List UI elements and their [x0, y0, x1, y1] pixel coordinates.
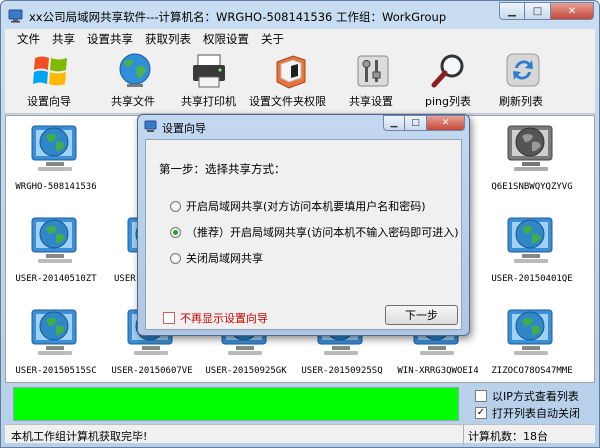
- computer-count: 计算机数：18台: [463, 425, 548, 444]
- share-option-no-password[interactable]: （推荐）开启局域网共享(访问本机不输入密码即可进入): [170, 224, 459, 240]
- tool-label: 设置文件夹权限: [249, 95, 326, 108]
- dialog-title: 设置向导: [162, 122, 206, 135]
- next-step-button[interactable]: 下一步: [385, 305, 458, 325]
- computer-globe-icon: [507, 217, 553, 263]
- computer-globe-icon: [31, 309, 77, 355]
- share-option-disable[interactable]: 关闭局域网共享: [170, 250, 263, 266]
- computer-item[interactable]: WRGHO-508141536: [6, 120, 106, 200]
- toolbar: 设置向导 共享文件 共享打印机 设置文件夹权限 共享设置 ping列表 刷新列表: [5, 48, 595, 114]
- menu-permissions[interactable]: 权限设置: [203, 31, 249, 47]
- tool-label: 设置向导: [27, 95, 71, 108]
- radio-label: 开启局域网共享(对方访问本机要填用户名和密码): [186, 200, 426, 213]
- computer-globe-gray-icon: [507, 125, 553, 171]
- computer-name: USER-20150925GK: [205, 366, 287, 376]
- tool-folder-permissions[interactable]: 设置文件夹权限: [249, 48, 331, 114]
- tool-label: 刷新列表: [499, 95, 543, 108]
- dialog-body: 第一步：选择共享方式： 开启局域网共享(对方访问本机要填用户名和密码) （推荐）…: [145, 139, 462, 330]
- dialog-window-controls: ▁ □ ✕: [383, 115, 465, 131]
- tool-refresh-list[interactable]: 刷新列表: [493, 48, 553, 114]
- dialog-title-bar[interactable]: 设置向导 ▁ □ ✕: [138, 115, 469, 137]
- auto-close-checkbox[interactable]: ✓: [475, 407, 487, 419]
- view-as-ip-list-option[interactable]: 以IP方式查看列表: [475, 388, 579, 404]
- computer-item[interactable]: ZIZOCO78OS47MME: [482, 304, 582, 382]
- tool-label: 共享文件: [111, 95, 155, 108]
- tool-share-printer[interactable]: 共享打印机: [177, 48, 243, 114]
- dont-show-wizard-option[interactable]: 不再显示设置向导: [163, 310, 268, 326]
- menu-share[interactable]: 共享: [52, 31, 75, 47]
- folder-icon: [276, 55, 306, 89]
- menu-get-list[interactable]: 获取列表: [145, 31, 191, 47]
- minimize-button[interactable]: ▁: [499, 2, 525, 20]
- computer-name: USER-20150515SC: [15, 366, 97, 376]
- menu-about[interactable]: 关于: [261, 31, 284, 47]
- tool-ping-list[interactable]: ping列表: [419, 48, 479, 114]
- dialog-maximize-button[interactable]: □: [405, 115, 427, 131]
- printer-icon: [193, 54, 225, 88]
- window-title: xx公司局域网共享软件---计算机名：WRGHO-508141536 工作组：W…: [29, 10, 447, 24]
- computer-name: USER-20150607VE: [111, 366, 193, 376]
- progress-bar: [13, 387, 459, 421]
- dialog-app-icon: [144, 120, 157, 132]
- computer-name: WRGHO-508141536: [15, 182, 97, 192]
- title-bar[interactable]: xx公司局域网共享软件---计算机名：WRGHO-508141536 工作组：W…: [1, 1, 599, 29]
- status-message: 本机工作组计算机获取完毕!: [11, 430, 148, 443]
- radio-label: （推荐）开启局域网共享(访问本机不输入密码即可进入): [186, 226, 459, 239]
- app-icon: [8, 9, 23, 23]
- dialog-minimize-button[interactable]: ▁: [383, 115, 405, 131]
- view-as-ip-list-checkbox[interactable]: [475, 390, 487, 402]
- computer-item[interactable]: USER-20150515SC: [6, 304, 106, 382]
- maximize-button[interactable]: □: [525, 2, 551, 20]
- radio-button[interactable]: [170, 252, 181, 264]
- dialog-close-button[interactable]: ✕: [427, 115, 465, 131]
- menu-bar: 文件 共享 设置共享 获取列表 权限设置 关于: [5, 29, 595, 48]
- auto-close-label: 打开列表自动关闭: [492, 407, 580, 420]
- window-controls: ▁ □ ✕: [499, 2, 594, 21]
- refresh-icon: [506, 53, 540, 87]
- dont-show-wizard-label: 不再显示设置向导: [180, 312, 268, 325]
- menu-file[interactable]: 文件: [17, 31, 40, 47]
- dont-show-wizard-checkbox[interactable]: [163, 312, 175, 324]
- view-as-ip-list-label: 以IP方式查看列表: [492, 390, 579, 403]
- computer-item[interactable]: Q6E1SNBWQYQZYVG: [482, 120, 582, 200]
- auto-close-option[interactable]: ✓ 打开列表自动关闭: [475, 405, 580, 421]
- computer-name: WIN-XRRG3QWOEI4: [397, 366, 479, 376]
- globe-icon: [119, 53, 151, 87]
- step-title: 第一步：选择共享方式：: [159, 162, 286, 176]
- menu-share-settings[interactable]: 设置共享: [87, 31, 133, 47]
- computer-name: Q6E1SNBWQYQZYVG: [491, 182, 573, 192]
- computer-item[interactable]: USER-20150401QE: [482, 212, 582, 292]
- main-window: xx公司局域网共享软件---计算机名：WRGHO-508141536 工作组：W…: [0, 0, 600, 448]
- radio-button[interactable]: [170, 200, 181, 212]
- computer-globe-icon: [31, 125, 77, 171]
- tool-label: 共享设置: [349, 95, 393, 108]
- close-button[interactable]: ✕: [551, 2, 594, 20]
- share-option-with-password[interactable]: 开启局域网共享(对方访问本机要填用户名和密码): [170, 198, 426, 214]
- computer-item[interactable]: USER-20140510ZT: [6, 212, 106, 292]
- computer-name: USER-20140510ZT: [15, 274, 97, 284]
- radio-label: 关闭局域网共享: [186, 252, 263, 265]
- windows-logo-icon: [33, 56, 67, 86]
- tool-setup-wizard[interactable]: 设置向导: [21, 48, 81, 114]
- tool-label: 共享打印机: [181, 95, 236, 108]
- status-bar: 本机工作组计算机获取完毕! 计算机数：18台: [5, 424, 595, 444]
- computer-name: USER-20150925SQ: [301, 366, 383, 376]
- computer-name: USER-20150401QE: [491, 274, 573, 284]
- computer-globe-icon: [507, 309, 553, 355]
- magnifier-icon: [431, 54, 464, 88]
- computer-globe-icon: [31, 217, 77, 263]
- tool-label: ping列表: [425, 95, 471, 108]
- tool-share-settings[interactable]: 共享设置: [341, 48, 401, 114]
- computer-name: ZIZOCO78OS47MME: [491, 366, 573, 376]
- settings-tools-icon: [357, 55, 389, 87]
- setup-wizard-dialog: 设置向导 ▁ □ ✕ 第一步：选择共享方式： 开启局域网共享(对方访问本机要填用…: [137, 114, 470, 336]
- radio-button-checked[interactable]: [170, 226, 181, 238]
- tool-share-files[interactable]: 共享文件: [103, 48, 163, 114]
